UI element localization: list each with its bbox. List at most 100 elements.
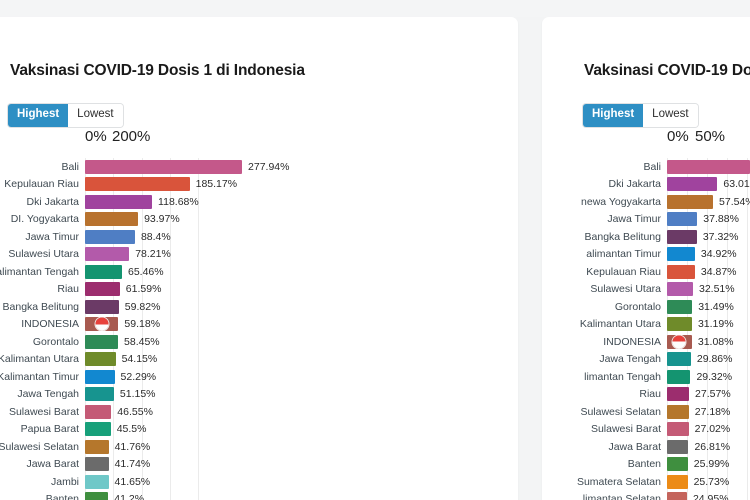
highest-lowest-toggle[interactable]: Highest Lowest [8, 104, 123, 127]
chart-bar[interactable] [667, 247, 695, 261]
chart-bar[interactable] [85, 300, 119, 314]
chart-row[interactable]: Dki Jakarta118.68% [85, 193, 198, 211]
chart-row-label: DI. Yogyakarta [11, 213, 79, 225]
chart-row[interactable]: DI. Yogyakarta93.97% [85, 211, 198, 229]
chart-bar-value: 93.97% [144, 213, 180, 225]
chart-row[interactable]: Jawa Timur37.88% [667, 211, 750, 229]
indonesia-flag-icon [95, 318, 108, 331]
chart-row[interactable]: Sulawesi Utara32.51% [667, 281, 750, 299]
chart-bar[interactable] [667, 212, 697, 226]
chart-bar[interactable] [667, 317, 692, 331]
chart-row[interactable]: Riau27.57% [667, 386, 750, 404]
toggle-highest-button[interactable]: Highest [8, 104, 68, 127]
chart-bar-value: 41.65% [115, 476, 151, 488]
chart-bar[interactable] [85, 387, 114, 401]
chart-bar[interactable] [667, 335, 692, 349]
chart-row[interactable]: Banten25.99% [667, 456, 750, 474]
chart-row[interactable]: alimantan Tengah65.46% [85, 263, 198, 281]
chart-bar[interactable] [667, 265, 695, 279]
chart-bar-value: 41.2% [114, 493, 144, 500]
chart-bar[interactable] [667, 352, 691, 366]
chart-row[interactable]: Riau61.59% [85, 281, 198, 299]
chart-row[interactable]: Kalimantan Utara54.15% [85, 351, 198, 369]
toggle-lowest-button[interactable]: Lowest [68, 104, 122, 127]
chart-row[interactable]: INDONESIA59.18% [85, 316, 198, 334]
chart-row[interactable]: Bangka Belitung37.32% [667, 228, 750, 246]
chart-row[interactable]: Sumatera Selatan25.73% [667, 473, 750, 491]
chart-bar[interactable] [85, 370, 115, 384]
chart-bar[interactable] [85, 230, 135, 244]
chart-bar[interactable] [85, 212, 138, 226]
chart-bar[interactable] [85, 160, 242, 174]
chart-row[interactable]: newa Yogyakarta57.54% [667, 193, 750, 211]
chart-bar[interactable] [667, 370, 690, 384]
chart-row[interactable]: Papua Barat45.5% [85, 421, 198, 439]
chart-row[interactable]: Jawa Tengah51.15% [85, 386, 198, 404]
chart-bar[interactable] [85, 492, 108, 500]
chart-bar[interactable] [667, 282, 693, 296]
chart-row[interactable]: Jawa Tengah29.86% [667, 351, 750, 369]
chart-bar[interactable] [667, 422, 689, 436]
chart-bar[interactable] [85, 317, 118, 331]
chart-row[interactable]: Sulawesi Selatan41.76% [85, 438, 198, 456]
chart-row[interactable]: Kepulauan Riau185.17% [85, 176, 198, 194]
chart-row-label: Sulawesi Selatan [580, 406, 661, 418]
chart-bar[interactable] [85, 282, 120, 296]
chart-row[interactable]: Bali10 [667, 158, 750, 176]
chart-row[interactable]: Dki Jakarta63.01% [667, 176, 750, 194]
chart-bar[interactable] [667, 177, 717, 191]
chart-row[interactable]: Jawa Barat41.74% [85, 456, 198, 474]
page-title: Vaksinasi COVID-19 Dosis 1 di Indonesia [10, 62, 305, 80]
highest-lowest-toggle-secondary[interactable]: Highest Lowest [583, 104, 698, 127]
chart-row[interactable]: Jambi41.65% [85, 473, 198, 491]
chart-bar[interactable] [85, 265, 122, 279]
chart-row[interactable]: . Bangka Belitung59.82% [85, 298, 198, 316]
chart-bar-value: 31.49% [698, 301, 734, 313]
chart-bar-value: 52.29% [121, 371, 157, 383]
chart-row[interactable]: Sulawesi Utara78.21% [85, 246, 198, 264]
chart-bar[interactable] [85, 457, 109, 471]
chart-bar[interactable] [667, 160, 750, 174]
chart-row[interactable]: Kalimantan Timur52.29% [85, 368, 198, 386]
chart-bar-value: 41.76% [115, 441, 151, 453]
chart-row[interactable]: INDONESIA31.08% [667, 333, 750, 351]
chart-row[interactable]: Bali277.94% [85, 158, 198, 176]
chart-bar[interactable] [667, 440, 688, 454]
toggle-highest-button-secondary[interactable]: Highest [583, 104, 643, 127]
chart-row-label: Bali [643, 161, 661, 173]
chart-row[interactable]: Jawa Timur88.4% [85, 228, 198, 246]
chart-bar-value: 26.81% [694, 441, 730, 453]
chart-bar[interactable] [85, 177, 190, 191]
chart-row[interactable]: alimantan Timur34.92% [667, 246, 750, 264]
chart-row[interactable]: Jawa Barat26.81% [667, 438, 750, 456]
chart-bar[interactable] [667, 457, 688, 471]
chart-bar[interactable] [85, 440, 109, 454]
chart-row[interactable]: limantan Selatan24.95% [667, 491, 750, 500]
chart-bar[interactable] [85, 335, 118, 349]
chart-bar[interactable] [85, 475, 109, 489]
chart-row[interactable]: Kalimantan Utara31.19% [667, 316, 750, 334]
chart-row[interactable]: Sulawesi Selatan27.18% [667, 403, 750, 421]
chart-row[interactable]: Banten41.2% [85, 491, 198, 500]
chart-row[interactable]: Gorontalo58.45% [85, 333, 198, 351]
chart-row[interactable]: Gorontalo31.49% [667, 298, 750, 316]
chart-bar[interactable] [85, 247, 129, 261]
chart-bar[interactable] [85, 422, 111, 436]
toggle-lowest-button-secondary[interactable]: Lowest [643, 104, 697, 127]
chart-bar[interactable] [85, 195, 152, 209]
chart-bar[interactable] [85, 405, 111, 419]
chart-row[interactable]: limantan Tengah29.32% [667, 368, 750, 386]
chart-bar[interactable] [667, 405, 689, 419]
chart-bar[interactable] [667, 492, 687, 500]
chart-bar[interactable] [667, 195, 713, 209]
chart-bar[interactable] [85, 352, 116, 366]
chart-row[interactable]: Sulawesi Barat27.02% [667, 421, 750, 439]
chart-bar[interactable] [667, 300, 692, 314]
chart-bar[interactable] [667, 387, 689, 401]
chart-row[interactable]: Sulawesi Barat46.55% [85, 403, 198, 421]
chart-bar-value: 61.59% [126, 283, 162, 295]
chart-bar[interactable] [667, 230, 697, 244]
chart-bar[interactable] [667, 475, 688, 489]
chart-bar-value: 118.68% [158, 196, 199, 208]
chart-row[interactable]: Kepulauan Riau34.87% [667, 263, 750, 281]
